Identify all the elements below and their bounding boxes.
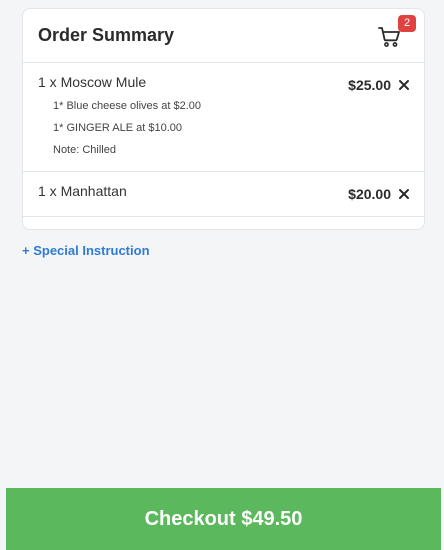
- cart-button[interactable]: 2: [378, 14, 416, 51]
- item-right: $20.00: [348, 186, 410, 202]
- order-item: 1 x Moscow Mule $25.00 1* Blue cheese ol…: [23, 63, 424, 172]
- card-header: Order Summary 2: [23, 9, 424, 63]
- item-modifiers: 1* Blue cheese olives at $2.00 1* GINGER…: [38, 95, 410, 161]
- modifier-line: 1* GINGER ALE at $10.00: [53, 122, 183, 134]
- item-row: 1 x Manhattan $20.00: [38, 183, 410, 202]
- item-price: $25.00: [348, 77, 391, 93]
- order-page: Order Summary 2 1 x Moscow Mule $25.00 1…: [0, 0, 444, 550]
- item-right: $25.00: [348, 77, 410, 93]
- order-item: 1 x Manhattan $20.00: [23, 172, 424, 217]
- modifier-line: 1* Blue cheese olives at $2.00: [53, 100, 201, 112]
- cart-count-badge: 2: [398, 14, 416, 32]
- item-name: 1 x Moscow Mule: [38, 74, 147, 90]
- close-icon[interactable]: [398, 188, 410, 200]
- order-summary-card: Order Summary 2 1 x Moscow Mule $25.00 1…: [22, 8, 425, 230]
- special-instruction-link[interactable]: + Special Instruction: [22, 242, 150, 260]
- item-name: 1 x Manhattan: [38, 183, 127, 199]
- close-icon[interactable]: [398, 79, 410, 91]
- card-title: Order Summary: [38, 25, 175, 45]
- item-row: 1 x Moscow Mule $25.00: [38, 74, 410, 93]
- item-note: Note: Chilled: [53, 144, 116, 156]
- checkout-button[interactable]: Checkout $49.50: [6, 488, 441, 550]
- item-price: $20.00: [348, 186, 391, 202]
